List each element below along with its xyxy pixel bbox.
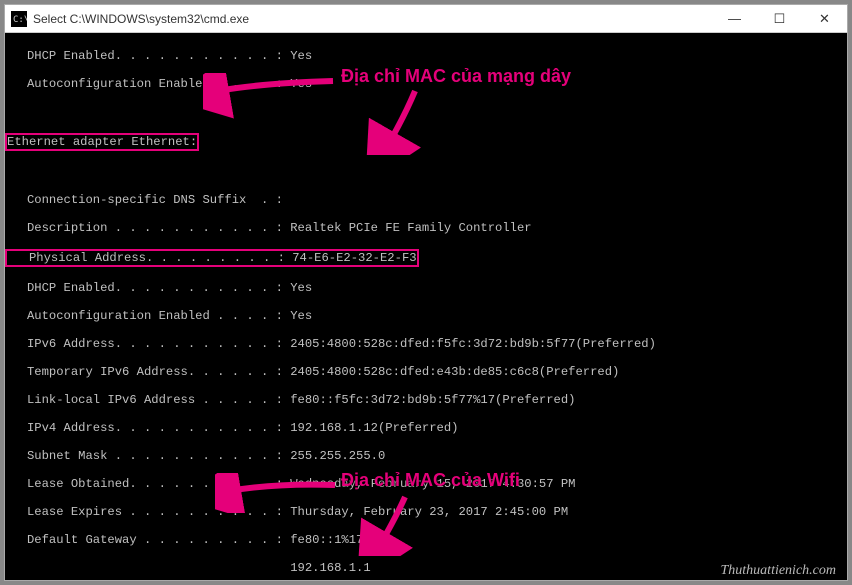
line-eth-gw2: 192.168.1.1 bbox=[5, 561, 839, 575]
cmd-icon: C:\ bbox=[11, 11, 27, 27]
arrow-to-eth-header bbox=[203, 73, 343, 123]
line-eth-dhcp: DHCP Enabled. . . . . . . . . . . : Yes bbox=[5, 281, 839, 295]
arrow-to-wifi-header bbox=[215, 473, 345, 513]
line-eth-ipv6: IPv6 Address. . . . . . . . . . . : 2405… bbox=[5, 337, 839, 351]
annotation-wifi-mac-label: Địa chỉ MAC của Wifi bbox=[341, 473, 520, 487]
titlebar: C:\ Select C:\WINDOWS\system32\cmd.exe —… bbox=[5, 5, 847, 33]
line-eth-tmpipv6: Temporary IPv6 Address. . . . . . : 2405… bbox=[5, 365, 839, 379]
window-controls: — ☐ ✕ bbox=[712, 5, 847, 33]
cmd-window: C:\ Select C:\WINDOWS\system32\cmd.exe —… bbox=[4, 4, 848, 581]
arrow-to-eth-mac bbox=[345, 85, 465, 155]
annotation-eth-mac-label: Địa chỉ MAC của mạng dây bbox=[341, 69, 571, 83]
minimize-button[interactable]: — bbox=[712, 5, 757, 33]
line-dhcp-enabled: DHCP Enabled. . . . . . . . . . . : Yes bbox=[5, 49, 839, 63]
maximize-button[interactable]: ☐ bbox=[757, 5, 802, 33]
watermark: Thuthuattienich.com bbox=[721, 563, 837, 579]
highlight-ethernet-header: Ethernet adapter Ethernet: bbox=[5, 133, 199, 151]
line-eth-desc: Description . . . . . . . . . . . : Real… bbox=[5, 221, 839, 235]
line-eth-llipv6: Link-local IPv6 Address . . . . . : fe80… bbox=[5, 393, 839, 407]
line-eth-autoconf: Autoconfiguration Enabled . . . . : Yes bbox=[5, 309, 839, 323]
terminal-content[interactable]: DHCP Enabled. . . . . . . . . . . : Yes … bbox=[5, 33, 847, 580]
line-eth-conn-suffix: Connection-specific DNS Suffix . : bbox=[5, 193, 839, 207]
arrow-to-wifi-mac bbox=[345, 491, 455, 556]
highlight-eth-mac: Physical Address. . . . . . . . . : 74-E… bbox=[5, 249, 419, 267]
line-eth-mask: Subnet Mask . . . . . . . . . . . : 255.… bbox=[5, 449, 839, 463]
line-eth-ipv4: IPv4 Address. . . . . . . . . . . : 192.… bbox=[5, 421, 839, 435]
svg-text:C:\: C:\ bbox=[13, 15, 27, 25]
window-title: Select C:\WINDOWS\system32\cmd.exe bbox=[33, 12, 712, 26]
close-button[interactable]: ✕ bbox=[802, 5, 847, 33]
